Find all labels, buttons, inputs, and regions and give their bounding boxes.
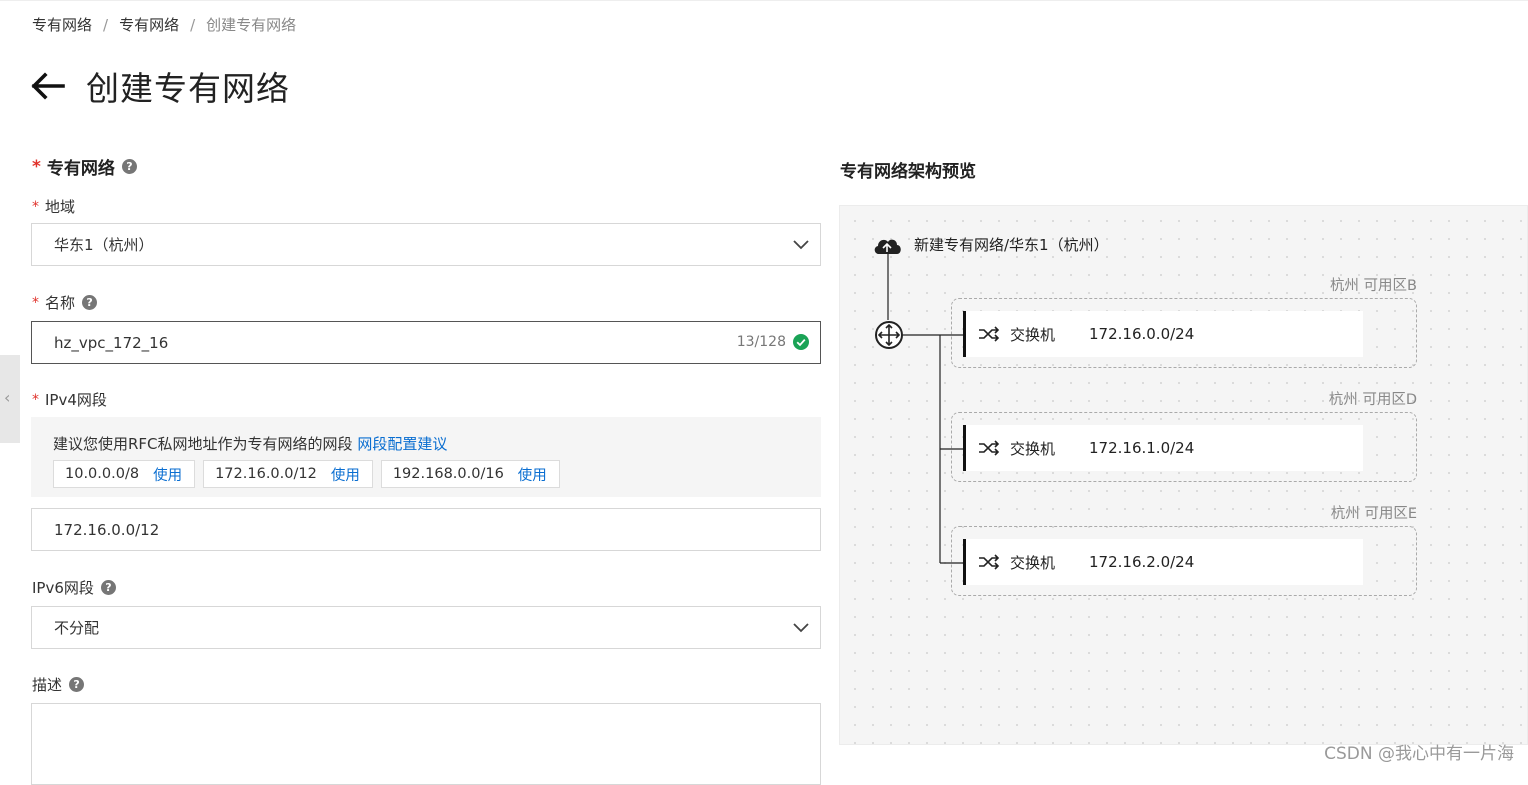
cidr-suggestions: 10.0.0.0/8 使用 172.16.0.0/12 使用 192.168.0… — [53, 460, 568, 488]
vpc-section-title: * 专有网络 ? — [32, 154, 137, 179]
side-panel-toggle[interactable]: ‹ — [0, 355, 20, 443]
section-title-text: 专有网络 — [46, 159, 115, 179]
vpc-node-label: 新建专有网络/华东1（杭州） — [914, 236, 1109, 254]
switch-icon — [979, 554, 1000, 570]
help-icon[interactable]: ? — [121, 159, 137, 174]
vswitch-cidr: 172.16.2.0/24 — [1089, 553, 1195, 571]
cidr-chip-value: 172.16.0.0/12 — [215, 466, 317, 482]
router-icon — [875, 321, 903, 349]
vpc-architecture-preview: 新建专有网络/华东1（杭州） 杭州 可用区B 交换机 172.16.0.0/24… — [839, 205, 1528, 745]
required-mark: * — [32, 198, 39, 215]
required-mark: * — [32, 156, 41, 177]
ipv4-label: * IPv4网段 — [32, 389, 107, 410]
switch-icon — [979, 440, 1000, 456]
zone-label: 杭州 可用区E — [1330, 506, 1417, 522]
vswitch-name: 交换机 — [1010, 553, 1056, 572]
breadcrumb-current: 创建专有网络 — [206, 16, 297, 34]
chevron-down-icon — [793, 240, 809, 250]
vswitch-card[interactable]: 交换机 172.16.2.0/24 — [963, 539, 1363, 585]
help-icon[interactable]: ? — [69, 677, 85, 692]
region-label: * 地域 — [32, 196, 75, 217]
ipv4-label-text: IPv4网段 — [45, 391, 107, 409]
name-label: * 名称 ? — [32, 292, 98, 313]
help-icon[interactable]: ? — [100, 580, 116, 595]
ipv4-hint-text: 建议您使用RFC私网地址作为专有网络的网段 — [53, 435, 353, 453]
required-mark: * — [32, 294, 39, 311]
breadcrumb-item-vpc-1[interactable]: 专有网络 — [32, 14, 92, 35]
breadcrumb-item-vpc-2[interactable]: 专有网络 — [119, 14, 179, 35]
name-label-text: 名称 — [45, 294, 76, 312]
description-textarea[interactable] — [31, 703, 821, 785]
cidr-chip-value: 10.0.0.0/8 — [65, 466, 140, 482]
vswitch-cidr: 172.16.0.0/24 — [1089, 325, 1195, 343]
watermark: CSDN @我心中有一片海 — [1324, 744, 1514, 764]
check-circle-icon — [793, 334, 809, 350]
switch-icon — [979, 326, 1000, 342]
vswitch-cidr: 172.16.1.0/24 — [1089, 439, 1195, 457]
back-arrow-icon[interactable] — [30, 68, 66, 104]
ipv6-select-value: 不分配 — [54, 619, 100, 637]
ipv4-cidr-value: 172.16.0.0/12 — [54, 520, 160, 539]
zone-label: 杭州 可用区B — [1329, 278, 1417, 294]
cloud-icon — [874, 239, 901, 254]
use-cidr-button[interactable]: 使用 — [518, 464, 547, 485]
use-cidr-button[interactable]: 使用 — [331, 464, 360, 485]
ipv6-select[interactable]: 不分配 — [31, 606, 821, 649]
chevron-left-icon: ‹ — [4, 388, 11, 407]
chevron-down-icon — [793, 623, 809, 633]
region-select[interactable]: 华东1（杭州） — [31, 223, 821, 266]
region-label-text: 地域 — [45, 198, 76, 216]
name-input[interactable]: hz_vpc_172_16 13/128 — [31, 321, 821, 364]
help-icon[interactable]: ? — [82, 295, 98, 310]
description-label-text: 描述 — [32, 676, 63, 694]
ipv4-cidr-input[interactable]: 172.16.0.0/12 — [31, 508, 821, 551]
breadcrumb-separator: / — [190, 15, 196, 34]
ipv6-label: IPv6网段 ? — [32, 577, 116, 598]
cidr-chip: 10.0.0.0/8 使用 — [53, 460, 196, 488]
name-input-value: hz_vpc_172_16 — [54, 333, 169, 352]
vswitch-card[interactable]: 交换机 172.16.0.0/24 — [963, 311, 1363, 357]
ipv4-hint: 建议您使用RFC私网地址作为专有网络的网段 网段配置建议 — [53, 433, 447, 454]
top-divider — [0, 0, 1528, 1]
vswitch-name: 交换机 — [1010, 439, 1056, 458]
page-title: 创建专有网络 — [86, 69, 290, 108]
description-label: 描述 ? — [32, 674, 85, 695]
region-select-value: 华东1（杭州） — [54, 236, 154, 254]
page-header: 创建专有网络 — [30, 62, 290, 110]
use-cidr-button[interactable]: 使用 — [153, 464, 182, 485]
cidr-advice-link[interactable]: 网段配置建议 — [357, 435, 447, 453]
vswitch-card[interactable]: 交换机 172.16.1.0/24 — [963, 425, 1363, 471]
preview-title: 专有网络架构预览 — [840, 162, 976, 182]
required-mark: * — [32, 391, 39, 408]
ipv4-hint-box: 建议您使用RFC私网地址作为专有网络的网段 网段配置建议 10.0.0.0/8 … — [31, 417, 821, 497]
name-char-counter: 13/128 — [736, 334, 786, 350]
zone-label: 杭州 可用区D — [1328, 392, 1417, 408]
vswitch-name: 交换机 — [1010, 325, 1056, 344]
cidr-chip-value: 192.168.0.0/16 — [392, 466, 504, 482]
ipv6-label-text: IPv6网段 — [32, 579, 94, 597]
cidr-chip: 192.168.0.0/16 使用 — [380, 460, 560, 488]
breadcrumb-separator: / — [103, 15, 109, 34]
cidr-chip: 172.16.0.0/12 使用 — [203, 460, 373, 488]
breadcrumb: 专有网络 / 专有网络 / 创建专有网络 — [32, 14, 296, 35]
